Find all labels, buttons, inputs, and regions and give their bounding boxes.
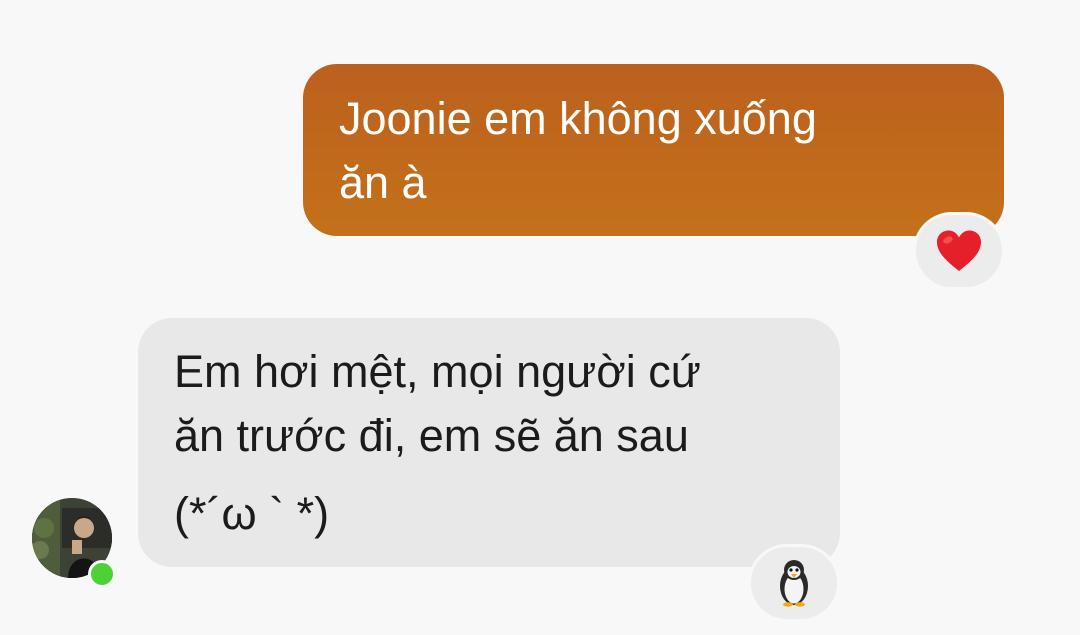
received-message-bubble[interactable]: Em hơi mệt, mọi người cứ ăn trước đi, em… xyxy=(138,318,840,567)
sent-message-line: ăn à xyxy=(339,157,427,208)
received-message-line: (*´ω ` *) xyxy=(174,488,330,539)
received-message-line: ăn trước đi, em sẽ ăn sau xyxy=(174,410,689,461)
penguin-reaction[interactable] xyxy=(748,544,840,622)
sent-message-bubble[interactable]: Joonie em không xuống ăn à xyxy=(303,64,1004,236)
online-status-indicator xyxy=(88,560,116,588)
sent-message-line: Joonie em không xuống xyxy=(339,93,817,144)
heart-reaction[interactable] xyxy=(913,212,1005,290)
heart-icon xyxy=(937,230,981,271)
received-message-line: Em hơi mệt, mọi người cứ xyxy=(174,346,701,397)
penguin-icon xyxy=(780,560,808,607)
